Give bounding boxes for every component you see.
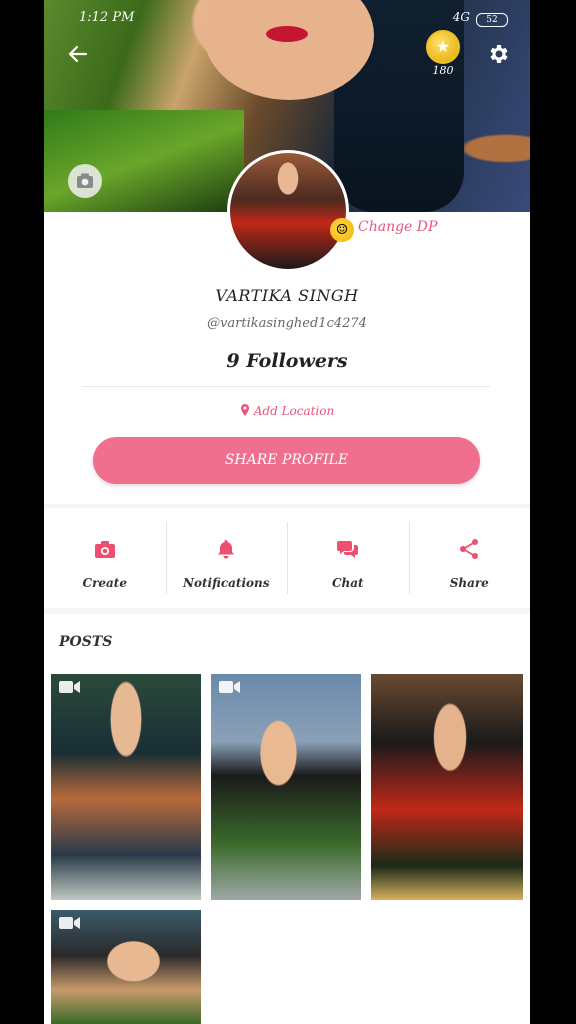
action-bar: Create Notifications Chat Share (44, 508, 530, 608)
smiley-icon: ☺ (330, 218, 354, 242)
status-bar: 1:12 PM 4G 52 (44, 8, 530, 32)
chat-label: Chat (331, 576, 364, 590)
network-indicator: 4G (452, 10, 470, 24)
avatar[interactable] (227, 150, 349, 272)
divider (82, 386, 490, 387)
bell-icon (218, 540, 235, 559)
video-camera-icon (59, 917, 80, 929)
followers-count[interactable]: 9 Followers (44, 350, 530, 372)
coin-count: 180 (432, 64, 454, 77)
camera-icon (94, 541, 115, 558)
post-thumbnail[interactable] (371, 674, 523, 900)
video-camera-icon (59, 681, 80, 693)
change-dp-link[interactable]: Change DP (358, 219, 437, 235)
post-thumbnail[interactable] (51, 674, 201, 900)
share-icon (460, 539, 479, 559)
share-label: Share (449, 576, 489, 590)
add-location-link[interactable]: Add Location (44, 404, 530, 418)
profile-handle: @vartikasinghed1c4274 (207, 316, 367, 331)
create-label: Create (82, 576, 127, 590)
video-camera-icon (219, 681, 240, 693)
chat-icon (336, 541, 358, 558)
notifications-button[interactable]: Notifications (165, 508, 288, 608)
back-arrow-icon[interactable] (66, 42, 90, 66)
posts-title: POSTS (59, 634, 113, 650)
posts-section: POSTS (44, 614, 530, 1024)
gear-icon[interactable] (486, 42, 510, 66)
coin-icon[interactable]: ★ (426, 30, 460, 64)
location-pin-icon (240, 404, 249, 416)
change-cover-button[interactable] (68, 164, 102, 198)
post-thumbnail[interactable] (211, 674, 361, 900)
share-profile-button[interactable]: SHARE PROFILE (93, 437, 480, 484)
battery-indicator: 52 (476, 13, 508, 27)
post-thumbnail[interactable] (51, 910, 201, 1024)
camera-icon (77, 173, 93, 188)
share-button[interactable]: Share (408, 508, 531, 608)
profile-name: VARTIKA SINGH (215, 286, 359, 305)
chat-button[interactable]: Chat (287, 508, 409, 608)
add-location-label: Add Location (253, 404, 335, 418)
profile-screen: 1:12 PM 4G 52 ★ 180 ☺ Change DP VARTIKA … (44, 0, 530, 1024)
notifications-label: Notifications (183, 576, 270, 590)
status-time: 1:12 PM (79, 10, 135, 25)
create-button[interactable]: Create (44, 508, 166, 608)
